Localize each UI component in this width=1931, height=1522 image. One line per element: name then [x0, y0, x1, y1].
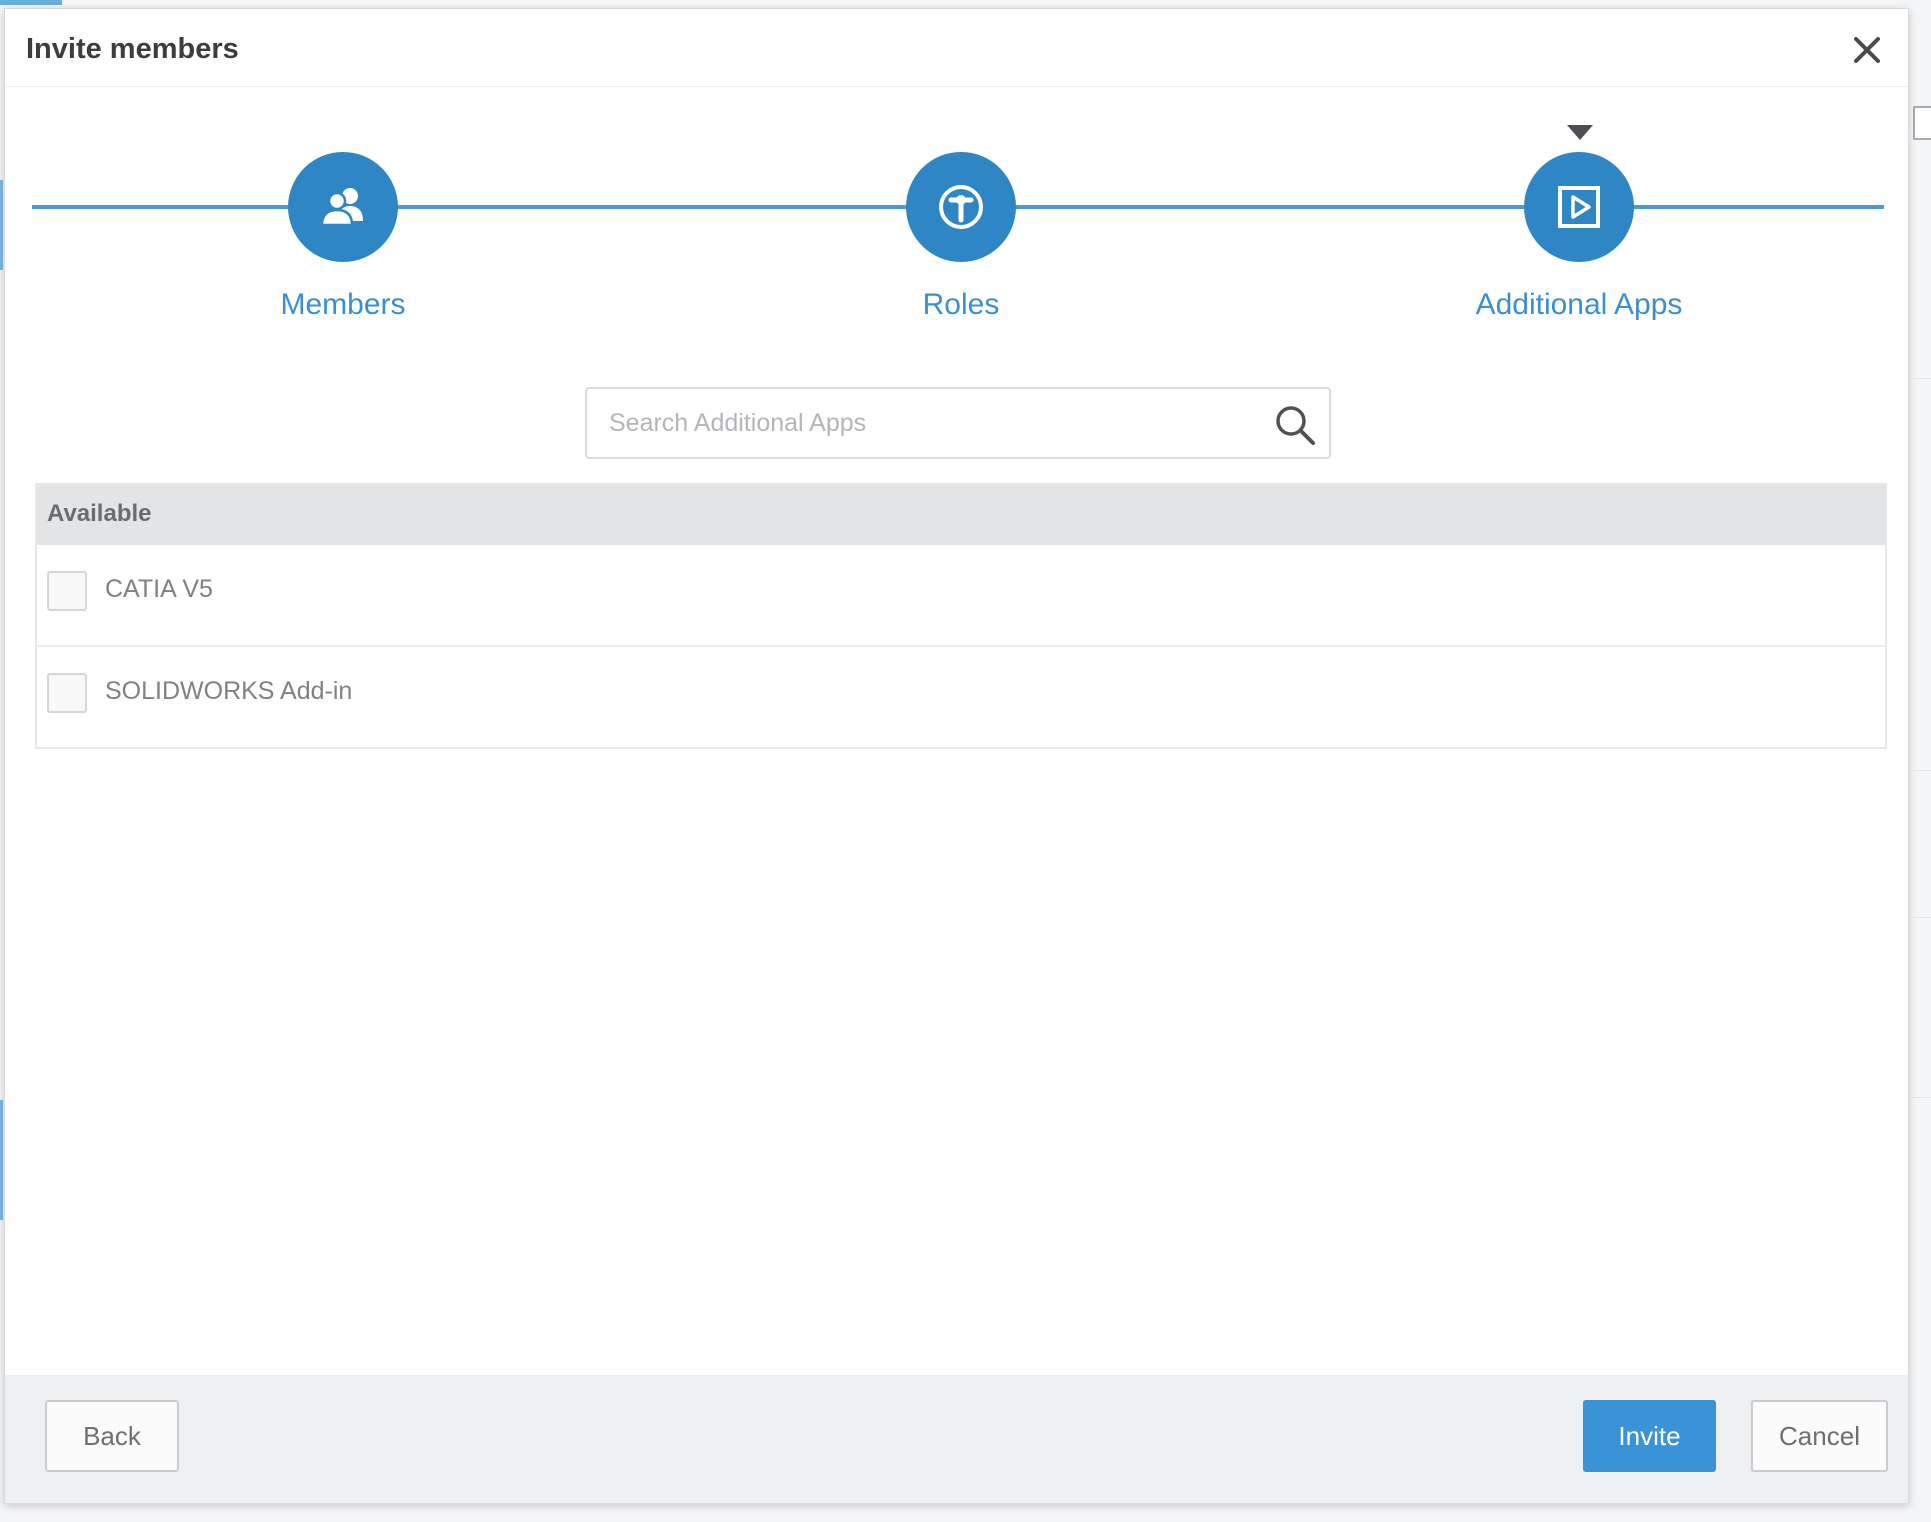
step-roles-label: Roles: [922, 288, 1000, 321]
active-step-indicator: [1567, 125, 1593, 140]
invite-members-dialog: Invite members Members Roles Additional …: [4, 8, 1909, 1504]
app-checkbox[interactable]: [47, 571, 87, 611]
play-app-icon: [1558, 186, 1600, 228]
backdrop-accent: [0, 0, 62, 5]
list-item[interactable]: CATIA V5: [37, 545, 1885, 647]
step-members-label: Members: [280, 288, 406, 321]
invite-button[interactable]: Invite: [1583, 1400, 1716, 1472]
close-button[interactable]: [1846, 29, 1888, 71]
step-members-circle: [288, 152, 398, 262]
step-roles-circle: [906, 152, 1016, 262]
dialog-footer: Back Invite Cancel: [5, 1375, 1908, 1503]
available-header: Available: [37, 485, 1885, 545]
step-additional-apps-circle: [1524, 152, 1634, 262]
step-roles[interactable]: Roles: [831, 152, 1091, 322]
search-additional-apps: [585, 387, 1331, 459]
cancel-button[interactable]: Cancel: [1751, 1400, 1888, 1472]
wizard-stepper: Members Roles Additional Apps: [5, 89, 1908, 359]
available-apps-list: Available CATIA V5 SOLIDWORKS Add-in: [35, 483, 1887, 749]
step-members[interactable]: Members: [213, 152, 473, 322]
backdrop-divider: [1912, 1097, 1931, 1098]
app-label: SOLIDWORKS Add-in: [105, 677, 353, 705]
backdrop-divider: [1912, 917, 1931, 918]
users-icon: [320, 188, 363, 227]
list-item[interactable]: SOLIDWORKS Add-in: [37, 647, 1885, 749]
dialog-header: Invite members: [5, 9, 1908, 87]
search-icon[interactable]: [1273, 403, 1317, 447]
search-input[interactable]: [587, 389, 1247, 457]
app-label: CATIA V5: [105, 575, 213, 603]
back-button[interactable]: Back: [45, 1400, 179, 1472]
app-checkbox[interactable]: [47, 673, 87, 713]
step-additional-apps[interactable]: Additional Apps: [1449, 152, 1709, 322]
close-icon: [1854, 37, 1880, 63]
step-additional-apps-label: Additional Apps: [1475, 288, 1683, 321]
dialog-title: Invite members: [26, 33, 239, 65]
backdrop-accent: [0, 180, 3, 270]
backdrop-divider: [1912, 770, 1931, 771]
backdrop-panel-icon: [1913, 106, 1931, 140]
role-key-icon: [939, 185, 983, 229]
backdrop-accent: [0, 1100, 3, 1220]
backdrop-divider: [1912, 378, 1931, 379]
